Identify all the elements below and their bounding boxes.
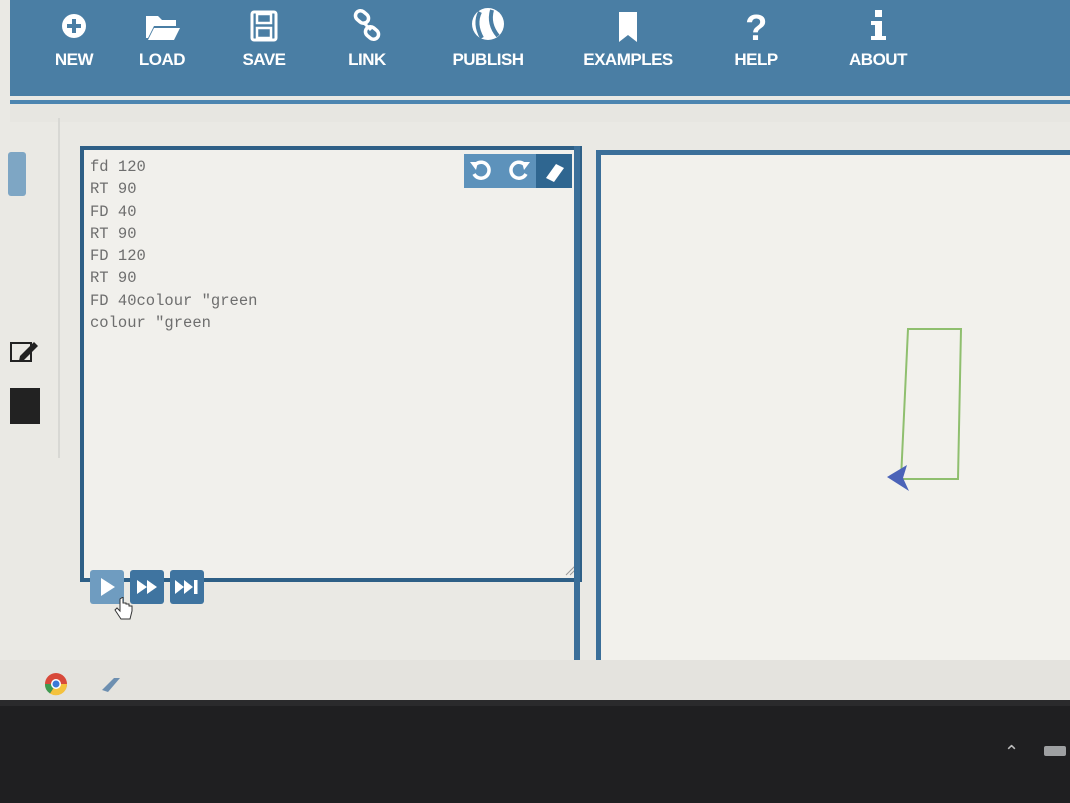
code-line: FD 120 bbox=[90, 247, 146, 266]
redo-button[interactable] bbox=[500, 154, 536, 188]
code-text[interactable]: fd 120 RT 90 FD 40 RT 90 FD 120 RT 90 FD… bbox=[90, 156, 257, 334]
save-label: SAVE bbox=[242, 50, 286, 69]
code-line: colour "green bbox=[90, 314, 211, 333]
load-button[interactable]: LOAD bbox=[134, 6, 190, 70]
publish-button[interactable]: PUBLISH bbox=[440, 6, 536, 70]
code-line: RT 90 bbox=[90, 180, 137, 199]
turtle-path bbox=[899, 328, 963, 480]
pencil-icon[interactable] bbox=[10, 338, 40, 364]
os-taskbar bbox=[0, 660, 1070, 700]
run-instant-button[interactable] bbox=[170, 570, 204, 604]
floppy-disk-icon bbox=[250, 10, 278, 42]
about-button[interactable]: ABOUT bbox=[842, 6, 914, 70]
link-icon bbox=[353, 8, 381, 42]
link-label: LINK bbox=[348, 50, 386, 69]
side-panel-tab[interactable] bbox=[8, 152, 26, 196]
skip-to-end-icon bbox=[175, 580, 198, 594]
save-button[interactable]: SAVE bbox=[236, 6, 292, 70]
folder-open-icon bbox=[146, 16, 180, 40]
fast-forward-icon bbox=[137, 580, 157, 594]
chevron-up-icon[interactable]: ⌃ bbox=[1004, 742, 1019, 763]
link-button[interactable]: LINK bbox=[340, 6, 394, 70]
panel-divider[interactable] bbox=[574, 146, 580, 700]
svg-text:?: ? bbox=[745, 7, 767, 46]
monitor-bezel: ⌃ bbox=[0, 706, 1070, 803]
turtle-canvas[interactable] bbox=[596, 150, 1070, 700]
undo-icon bbox=[470, 160, 491, 180]
info-icon bbox=[871, 10, 886, 40]
about-label: ABOUT bbox=[849, 50, 907, 69]
code-line: RT 90 bbox=[90, 224, 137, 243]
help-button[interactable]: ? HELP bbox=[728, 6, 784, 70]
examples-button[interactable]: EXAMPLES bbox=[576, 6, 680, 70]
app-screen: NEW LOAD SAVE LINK PUBLISH EXAMPLES ? HE… bbox=[0, 0, 1070, 700]
battery-icon bbox=[1044, 746, 1066, 756]
help-label: HELP bbox=[734, 50, 778, 69]
code-line: fd 120 bbox=[90, 158, 146, 176]
chrome-icon[interactable] bbox=[44, 672, 68, 696]
side-panel bbox=[0, 118, 60, 458]
plus-circle-icon bbox=[62, 14, 86, 38]
question-icon: ? bbox=[745, 7, 767, 46]
code-line: FD 40colour "green bbox=[90, 291, 258, 310]
redo-icon bbox=[509, 160, 530, 180]
main-toolbar: NEW LOAD SAVE LINK PUBLISH EXAMPLES ? HE… bbox=[10, 0, 1070, 96]
globe-icon bbox=[472, 8, 504, 40]
run-fast-button[interactable] bbox=[130, 570, 164, 604]
bookmark-icon bbox=[619, 12, 637, 42]
app-icon[interactable] bbox=[100, 676, 122, 694]
hand-cursor-icon bbox=[114, 597, 133, 620]
code-line: RT 90 bbox=[90, 269, 137, 288]
examples-label: EXAMPLES bbox=[583, 50, 673, 69]
undo-button[interactable] bbox=[464, 154, 500, 188]
new-button[interactable]: NEW bbox=[50, 6, 98, 70]
code-line: FD 40 bbox=[90, 202, 137, 221]
color-swatch[interactable] bbox=[10, 388, 40, 424]
load-label: LOAD bbox=[138, 50, 186, 69]
editor-actions bbox=[464, 154, 572, 188]
toolbar-divider bbox=[10, 100, 1070, 122]
code-editor[interactable]: fd 120 RT 90 FD 40 RT 90 FD 120 RT 90 FD… bbox=[80, 146, 582, 582]
publish-label: PUBLISH bbox=[452, 50, 524, 69]
eraser-icon bbox=[546, 164, 564, 182]
run-controls bbox=[90, 570, 204, 604]
clear-button[interactable] bbox=[536, 154, 572, 188]
new-label: NEW bbox=[54, 50, 94, 69]
